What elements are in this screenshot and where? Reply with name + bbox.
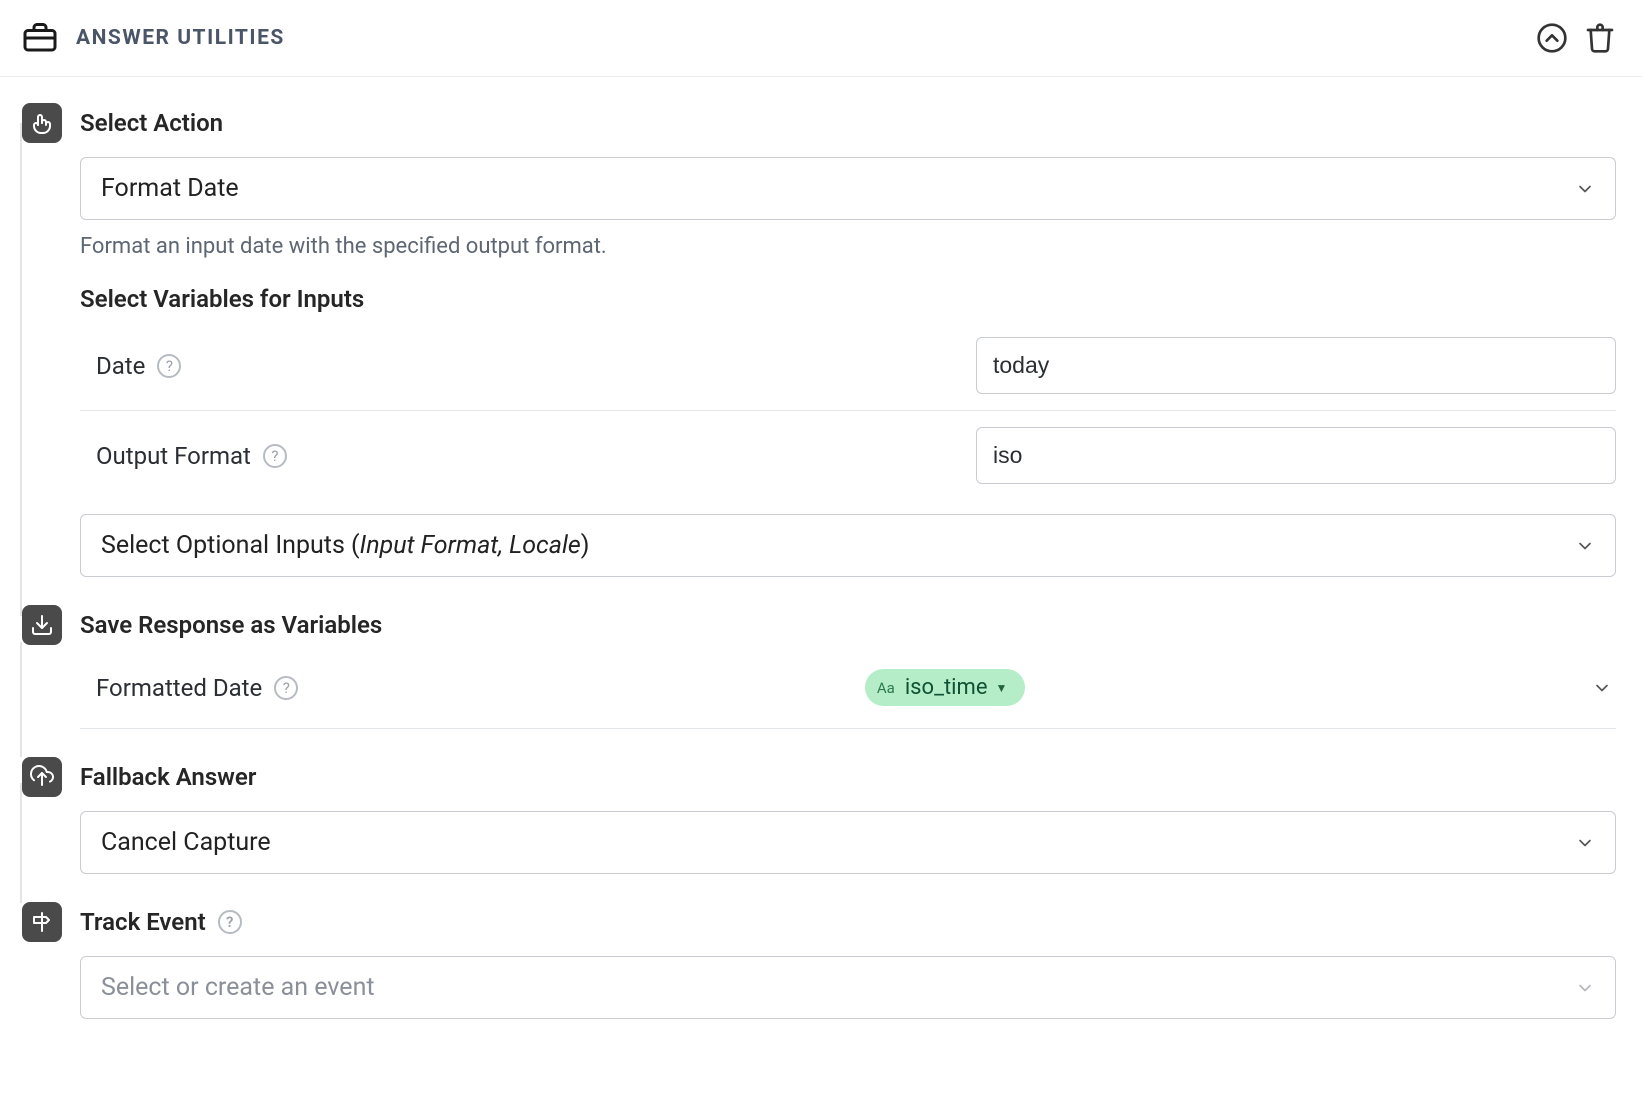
block-save-variables: Save Response as Variables Formatted Dat… [22, 605, 1616, 729]
header-left: ANSWER UTILITIES [22, 20, 285, 56]
track-event-label: Track Event [80, 902, 206, 942]
fallback-selected-value: Cancel Capture [101, 828, 271, 857]
help-icon[interactable]: ? [218, 910, 242, 934]
inputs-list: Date ? Output Format ? [80, 321, 1616, 500]
help-icon[interactable]: ? [274, 676, 298, 700]
cloud-upload-icon [22, 757, 62, 797]
variable-row-formatted-date: Formatted Date ? Aa iso_time ▼ [80, 659, 1616, 729]
variable-label: Formatted Date [96, 674, 262, 702]
save-variables-label: Save Response as Variables [80, 605, 1616, 645]
help-icon[interactable]: ? [157, 354, 181, 378]
chevron-down-icon [1575, 174, 1595, 203]
action-select[interactable]: Format Date [80, 157, 1616, 220]
text-type-indicator: Aa [877, 679, 895, 697]
dropdown-triangle-icon: ▼ [996, 681, 1008, 695]
variable-chip-label: iso_time [905, 675, 988, 700]
action-selected-value: Format Date [101, 174, 239, 203]
input-label: Output Format [96, 442, 251, 470]
input-row-output-format: Output Format ? [80, 411, 1616, 500]
inputs-heading: Select Variables for Inputs [80, 285, 1616, 313]
help-icon[interactable]: ? [263, 444, 287, 468]
chevron-down-icon [1575, 828, 1595, 857]
select-action-label: Select Action [80, 103, 1616, 143]
block-select-action: Select Action Format Date Format an inpu… [22, 103, 1616, 577]
chevron-down-icon[interactable] [1592, 677, 1616, 698]
download-icon [22, 605, 62, 645]
output-format-input[interactable] [976, 427, 1616, 484]
block-track-event: Track Event ? Select or create an event [22, 902, 1616, 1019]
fallback-answer-label: Fallback Answer [80, 757, 1616, 797]
input-label: Date [96, 352, 145, 380]
header-actions [1536, 22, 1616, 54]
date-input[interactable] [976, 337, 1616, 394]
track-event-placeholder: Select or create an event [101, 973, 375, 1002]
page-title: ANSWER UTILITIES [76, 26, 285, 50]
fallback-select[interactable]: Cancel Capture [80, 811, 1616, 874]
content: Select Action Format Date Format an inpu… [0, 77, 1642, 1045]
chevron-down-icon [1575, 973, 1595, 1002]
connector-line [20, 783, 22, 903]
chevron-down-icon [1575, 531, 1595, 560]
toolbox-icon [22, 20, 58, 56]
pointer-icon [22, 103, 62, 143]
block-fallback-answer: Fallback Answer Cancel Capture [22, 757, 1616, 874]
collapse-icon[interactable] [1536, 22, 1568, 54]
header: ANSWER UTILITIES [0, 0, 1642, 77]
optional-inputs-select[interactable]: Select Optional Inputs (Input Format, Lo… [80, 514, 1616, 577]
trash-icon[interactable] [1584, 22, 1616, 54]
variable-chip-iso-time[interactable]: Aa iso_time ▼ [865, 669, 1026, 706]
track-event-select[interactable]: Select or create an event [80, 956, 1616, 1019]
connector-line [20, 123, 22, 616]
optional-inputs-label: Select Optional Inputs (Input Format, Lo… [101, 531, 589, 560]
input-row-date: Date ? [80, 321, 1616, 411]
connector-line [20, 642, 22, 757]
action-description: Format an input date with the specified … [80, 234, 1616, 259]
signpost-icon [22, 902, 62, 942]
